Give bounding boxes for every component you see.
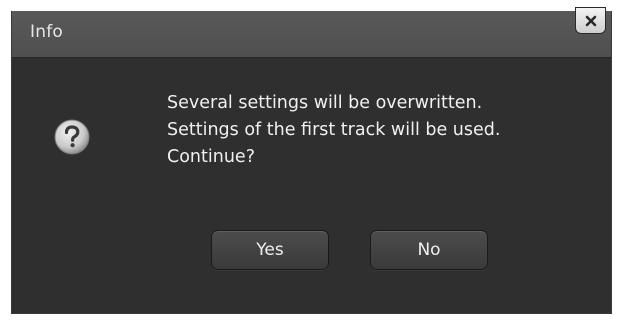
yes-button[interactable]: Yes [211, 230, 329, 270]
title-bar[interactable]: Info [12, 7, 611, 58]
message-text: Several settings will be overwritten. Se… [167, 90, 597, 171]
info-dialog: Info Several settings will be overwritte… [11, 7, 612, 314]
close-button[interactable] [575, 7, 606, 34]
message-line: Settings of the first track will be used… [167, 120, 501, 140]
message-line: Several settings will be overwritten. [167, 93, 483, 113]
dialog-title: Info [30, 22, 63, 42]
question-icon [53, 118, 91, 156]
message-line: Continue? [167, 147, 255, 167]
close-icon [585, 15, 597, 27]
no-button[interactable]: No [370, 230, 488, 270]
